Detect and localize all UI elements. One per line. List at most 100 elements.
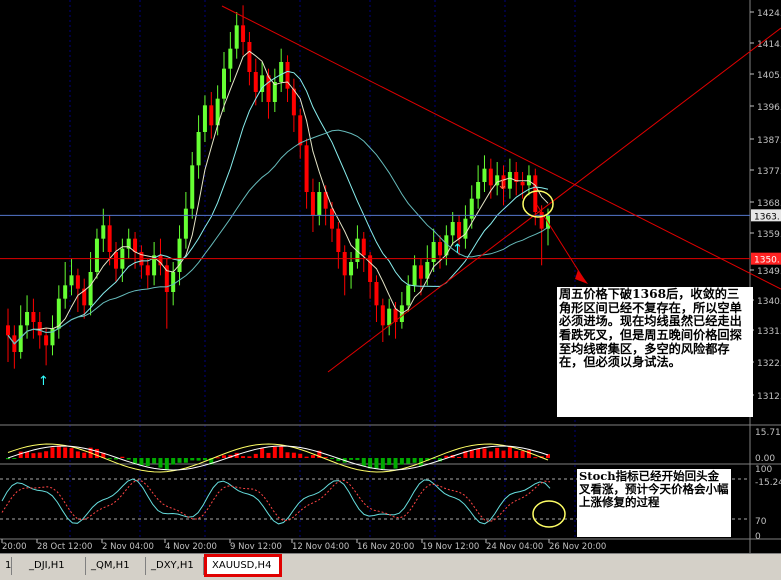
candle-body: [476, 182, 481, 199]
candle-body: [330, 208, 334, 229]
macd-histogram-bar: [63, 447, 68, 458]
macd-histogram-bar: [107, 458, 112, 460]
macd-histogram-bar: [241, 456, 246, 458]
macd-histogram-bar: [457, 456, 462, 458]
macd-histogram-bar: [526, 450, 531, 458]
macd-histogram-bar: [253, 453, 258, 458]
time-tick-label: 24 Nov 04:00: [486, 542, 543, 552]
tab-xauusd-active[interactable]: XAUUSD,H4: [204, 554, 282, 577]
macd-histogram-bar: [387, 458, 392, 465]
candle-body: [457, 222, 462, 239]
price-tick-label: 1405.: [757, 71, 781, 81]
candle-body: [279, 62, 284, 82]
price-tick-label: 1349.: [757, 267, 781, 277]
candle-body: [507, 172, 512, 189]
macd-histogram-bar: [266, 452, 271, 458]
candle-body: [31, 312, 36, 322]
candle-body: [380, 305, 385, 326]
macd-histogram-bar: [126, 458, 131, 460]
candle-body: [342, 252, 347, 276]
candle-body: [266, 75, 271, 102]
candle-body: [190, 165, 195, 209]
candle-body: [361, 238, 366, 256]
candle-body: [412, 265, 417, 286]
current-price-label: 1363.: [754, 212, 780, 222]
tab-qm[interactable]: _QM,H1: [86, 557, 146, 575]
macd-histogram-bar: [476, 449, 481, 458]
macd-histogram-bar: [222, 455, 226, 458]
macd-histogram-bar: [399, 458, 404, 465]
candle-body: [107, 225, 112, 252]
candle-body: [387, 308, 392, 326]
macd-histogram-bar: [31, 453, 36, 458]
main-analysis-note: 周五价格下破1368后，收敛的三角形区间已经不复存在，所以空单必须进场。现在均线…: [557, 287, 753, 417]
candle-body: [368, 255, 373, 282]
macd-histogram-bar: [279, 446, 284, 458]
candle-body: [234, 25, 239, 49]
macd-tick-label: 0.00: [755, 454, 775, 464]
macd-histogram-bar: [177, 458, 182, 463]
candle-body: [241, 25, 246, 42]
macd-histogram-bar: [406, 458, 411, 464]
macd-histogram-bar: [152, 458, 157, 464]
price-tick-label: 1312.: [757, 392, 781, 402]
candle-body: [75, 275, 80, 289]
price-tick-label: 1424.: [757, 9, 781, 19]
macd-histogram-bar: [520, 450, 525, 458]
level-price-label: 1350.: [754, 256, 780, 266]
candle-body: [310, 192, 315, 216]
stoch-tick-label: 70: [755, 517, 767, 527]
macd-histogram-bar: [285, 452, 290, 458]
macd-histogram-bar: [412, 458, 417, 463]
candle-body: [63, 285, 68, 299]
macd-histogram-bar: [120, 456, 125, 458]
candle-body: [450, 222, 455, 236]
stoch-tick-label: 0: [755, 532, 761, 542]
candle-body: [298, 115, 303, 146]
macd-histogram-bar: [6, 458, 10, 460]
macd-histogram-bar: [310, 455, 315, 458]
tab-dji[interactable]: _DJI,H1: [24, 557, 86, 575]
candle-body: [304, 145, 309, 192]
chart-tab-bar: 1 _DJI,H1 _QM,H1 _DXY,H1 XAUUSD,H4: [0, 553, 781, 580]
candle-body: [44, 335, 49, 346]
macd-histogram-bar: [380, 458, 385, 470]
time-tick-label: 2 Nov 04:00: [102, 542, 154, 552]
candle-body: [209, 105, 214, 126]
macd-histogram-bar: [488, 451, 493, 458]
candle-body: [202, 105, 207, 132]
macd-histogram-bar: [501, 450, 506, 458]
price-tick-label: 1414.: [757, 40, 781, 50]
macd-histogram-bar: [330, 458, 334, 460]
macd-histogram-bar: [69, 448, 74, 458]
candle-body: [145, 265, 150, 276]
price-tick-label: 1368.: [757, 199, 781, 209]
time-tick-label: 20:00: [2, 542, 27, 552]
time-tick-label: 9 Nov 12:00: [230, 542, 282, 552]
price-tick-label: 1331.: [757, 327, 781, 337]
macd-histogram-bar: [183, 458, 188, 463]
candle-body: [196, 132, 201, 166]
candle-body: [114, 252, 118, 269]
price-tick-label: 1340.: [757, 297, 781, 307]
price-tick-label: 1322.: [757, 359, 781, 369]
macd-histogram-bar: [171, 458, 176, 465]
macd-tick-label: -15.24: [755, 478, 781, 488]
candle-body: [222, 68, 226, 99]
tab-1[interactable]: 1: [0, 557, 12, 575]
candle-body: [349, 262, 354, 276]
candle-body: [25, 312, 30, 326]
candle-body: [247, 42, 252, 72]
macd-histogram-bar: [495, 447, 500, 458]
macd-histogram-bar: [196, 458, 201, 461]
candle-body: [438, 242, 442, 256]
sell-signal-arrow: ↓: [497, 178, 508, 193]
macd-histogram-bar: [75, 451, 80, 458]
macd-histogram-bar: [393, 458, 398, 469]
candle-body: [6, 325, 10, 336]
tab-dxy[interactable]: _DXY,H1: [146, 557, 204, 575]
time-tick-label: 28 Oct 12:00: [37, 542, 92, 552]
time-tick-label: 12 Nov 04:00: [292, 542, 349, 552]
macd-histogram-bar: [355, 458, 360, 461]
stoch-analysis-note: Stoch指标已经开始回头金叉看涨，预计今天价格会小幅上涨修复的过程: [577, 469, 731, 537]
